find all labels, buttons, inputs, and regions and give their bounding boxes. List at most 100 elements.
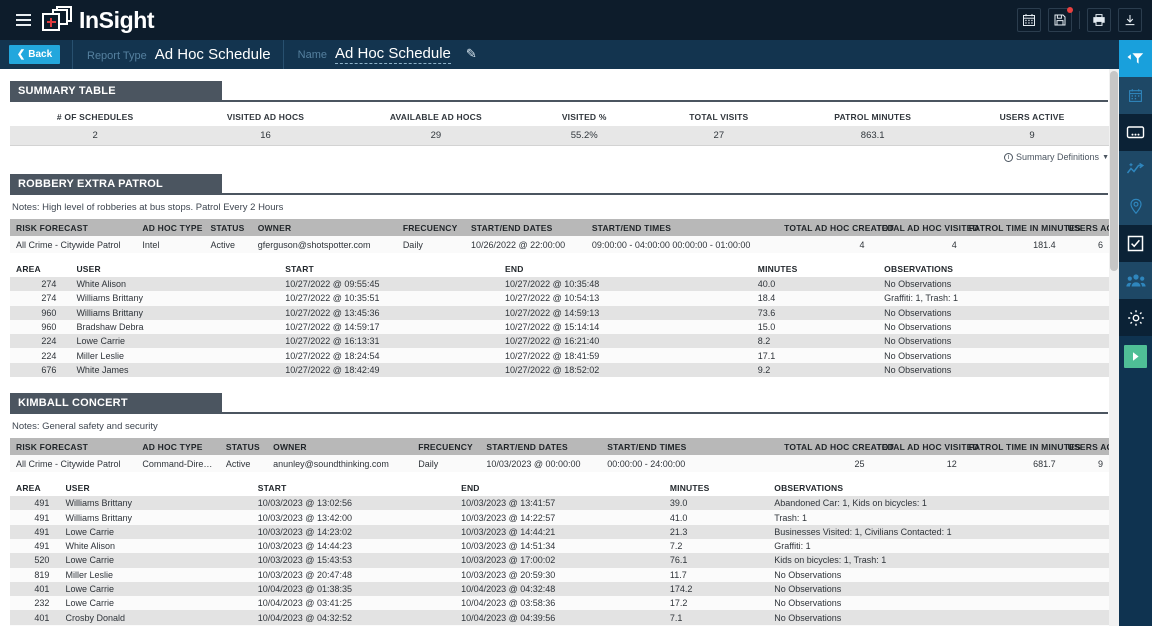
detail-cell-minutes: 15.0	[751, 319, 879, 335]
rail-item-map-pin[interactable]	[1119, 188, 1152, 225]
detail-cell-end: 10/03/2023 @ 14:22:57	[455, 510, 664, 525]
detail-cell-start: 10/03/2023 @ 15:43:53	[251, 553, 456, 568]
schedule-col-header: START/END TIMES	[585, 219, 779, 236]
schedule-col-header: PATROL TIME IN MINUTES	[962, 438, 1081, 456]
rail-item-presentation[interactable]	[1119, 114, 1152, 151]
detail-col-header: MINUTES	[669, 483, 710, 494]
schedule-col-header: START/END DATES	[464, 219, 586, 236]
save-icon[interactable]	[1048, 7, 1073, 32]
brand-name: InSight	[79, 6, 155, 33]
download-icon[interactable]	[1118, 8, 1142, 32]
table-row: 676 White James 10/27/2022 @ 18:42:49 10…	[10, 362, 1109, 378]
detail-header-row: AREA USER START END MINUTES OBSERVATIONS	[10, 480, 1109, 496]
schedule-col-header: RISK FORECAST	[10, 219, 137, 236]
pencil-icon[interactable]: ✎	[466, 46, 477, 62]
summary-underline	[10, 145, 1109, 146]
schedule-header-row: RISK FORECAST AD HOC TYPE STATUS OWNER F…	[10, 219, 1119, 236]
detail-cell-start: 10/03/2023 @ 13:42:00	[251, 510, 456, 525]
rail-item-trend-chart[interactable]	[1119, 151, 1152, 188]
detail-cell-user: Williams Brittany	[70, 305, 280, 320]
hamburger-icon[interactable]	[6, 14, 40, 26]
detail-cell-minutes: 11.7	[663, 567, 769, 582]
schedule-col-header: STATUS	[204, 219, 252, 236]
detail-cell-end: 10/04/2023 @ 04:39:56	[455, 610, 664, 625]
print-icon[interactable]	[1087, 8, 1111, 32]
detail-cell-end: 10/03/2023 @ 20:59:30	[455, 567, 664, 582]
schedule-col-header: RISK FORECAST	[10, 438, 137, 456]
rail-item-checkbox[interactable]	[1119, 225, 1152, 262]
summary-table-title: SUMMARY TABLE	[18, 84, 116, 97]
schedule-table: RISK FORECAST AD HOC TYPE STATUS OWNER F…	[10, 438, 1119, 473]
detail-cell-observations: No Observations	[878, 319, 1109, 335]
detail-cell-end: 10/03/2023 @ 14:51:34	[455, 538, 664, 554]
schedule-cell: 12	[870, 455, 963, 473]
table-row: 274 Williams Brittany 10/27/2022 @ 10:35…	[10, 291, 1109, 306]
detail-cell-start: 10/04/2023 @ 03:41:25	[251, 596, 456, 611]
detail-cell-start: 10/03/2023 @ 14:44:23	[251, 538, 456, 554]
detail-cell-observations: No Observations	[878, 362, 1109, 378]
detail-cell-area: 274	[10, 277, 71, 292]
detail-cell-observations: No Observations	[878, 348, 1109, 363]
detail-col-header: END	[505, 264, 524, 274]
table-row: 401 Crosby Donald 10/04/2023 @ 04:32:52 …	[10, 610, 1109, 625]
vertical-scrollbar[interactable]	[1109, 69, 1119, 626]
detail-cell-minutes: 7.1	[663, 610, 769, 625]
scrollbar-thumb[interactable]	[1110, 71, 1118, 271]
top-bar: InSight	[0, 0, 1152, 40]
schedule-col-header: FRECUENCY	[396, 219, 465, 236]
schedule-table: RISK FORECAST AD HOC TYPE STATUS OWNER F…	[10, 219, 1119, 253]
detail-cell-user: Williams Brittany	[59, 496, 252, 511]
rail-item-calendar[interactable]	[1119, 77, 1152, 114]
detail-cell-minutes: 76.1	[663, 553, 769, 568]
detail-cell-area: 819	[10, 567, 60, 582]
section-banner: KIMBALL CONCERT	[10, 393, 222, 413]
report-name-input[interactable]: Ad Hoc Schedule	[334, 45, 451, 64]
detail-cell-minutes: 9.2	[751, 362, 879, 378]
section-title: ROBBERY EXTRA PATROL	[18, 177, 163, 190]
detail-cell-observations: Graffiti: 1	[768, 538, 1109, 554]
rail-item-gear[interactable]	[1119, 299, 1152, 336]
report-name-label: Name	[297, 49, 327, 61]
detail-cell-start: 10/27/2022 @ 18:24:54	[279, 348, 500, 363]
summary-cell: 29	[350, 126, 522, 145]
rail-item-filter[interactable]	[1119, 40, 1152, 77]
calendar-icon[interactable]	[1017, 8, 1041, 32]
detail-cell-area: 960	[10, 305, 71, 320]
schedule-col-header: START/END TIMES	[601, 438, 779, 456]
detail-col-header: END	[461, 483, 480, 494]
detail-cell-end: 10/04/2023 @ 03:58:36	[455, 596, 664, 611]
rail-item-people[interactable]	[1119, 262, 1152, 299]
schedule-cell: 25	[778, 455, 871, 473]
table-row: 520 Lowe Carrie 10/03/2023 @ 15:43:53 10…	[10, 553, 1109, 568]
schedule-cell: 681.7	[962, 455, 1062, 473]
summary-col-header: PATROL MINUTES	[834, 112, 912, 122]
detail-rows: 274 White Alison 10/27/2022 @ 09:55:45 1…	[10, 277, 1109, 378]
schedule-col-header: AD HOC TYPE	[136, 438, 220, 456]
detail-cell-area: 960	[10, 319, 71, 335]
detail-col-header: OBSERVATIONS	[774, 483, 844, 494]
table-row: 491 Lowe Carrie 10/03/2023 @ 14:23:02 10…	[10, 524, 1109, 539]
detail-cell-observations: No Observations	[878, 334, 1109, 349]
detail-col-header: USER	[65, 483, 90, 494]
detail-cell-start: 10/27/2022 @ 16:13:31	[279, 334, 500, 349]
detail-cell-end: 10/27/2022 @ 10:35:48	[499, 277, 752, 292]
detail-cell-area: 224	[10, 348, 71, 363]
detail-cell-observations: No Observations	[768, 596, 1109, 611]
detail-cell-area: 491	[10, 510, 60, 525]
schedule-col-header: OWNER	[267, 438, 413, 456]
schedule-header-row: RISK FORECAST AD HOC TYPE STATUS OWNER F…	[10, 438, 1119, 456]
detail-cell-start: 10/27/2022 @ 14:59:17	[279, 319, 500, 335]
detail-cell-user: Miller Leslie	[59, 567, 252, 582]
detail-cell-minutes: 41.0	[663, 510, 769, 525]
detail-col-header: MINUTES	[757, 264, 798, 274]
detail-cell-observations: No Observations	[878, 305, 1109, 320]
summary-col-header: USERS ACTIVE	[999, 112, 1065, 122]
back-button[interactable]: ❮ Back	[9, 45, 60, 64]
detail-cell-minutes: 8.2	[751, 334, 879, 349]
run-report-button[interactable]	[1124, 345, 1147, 368]
summary-cell: 16	[180, 126, 351, 145]
detail-cell-user: Williams Brittany	[59, 510, 252, 525]
schedule-col-header: STATUS	[219, 438, 268, 456]
summary-definitions-link[interactable]: i Summary Definitions ▼	[0, 152, 1109, 162]
detail-cell-start: 10/27/2022 @ 10:35:51	[279, 291, 500, 306]
